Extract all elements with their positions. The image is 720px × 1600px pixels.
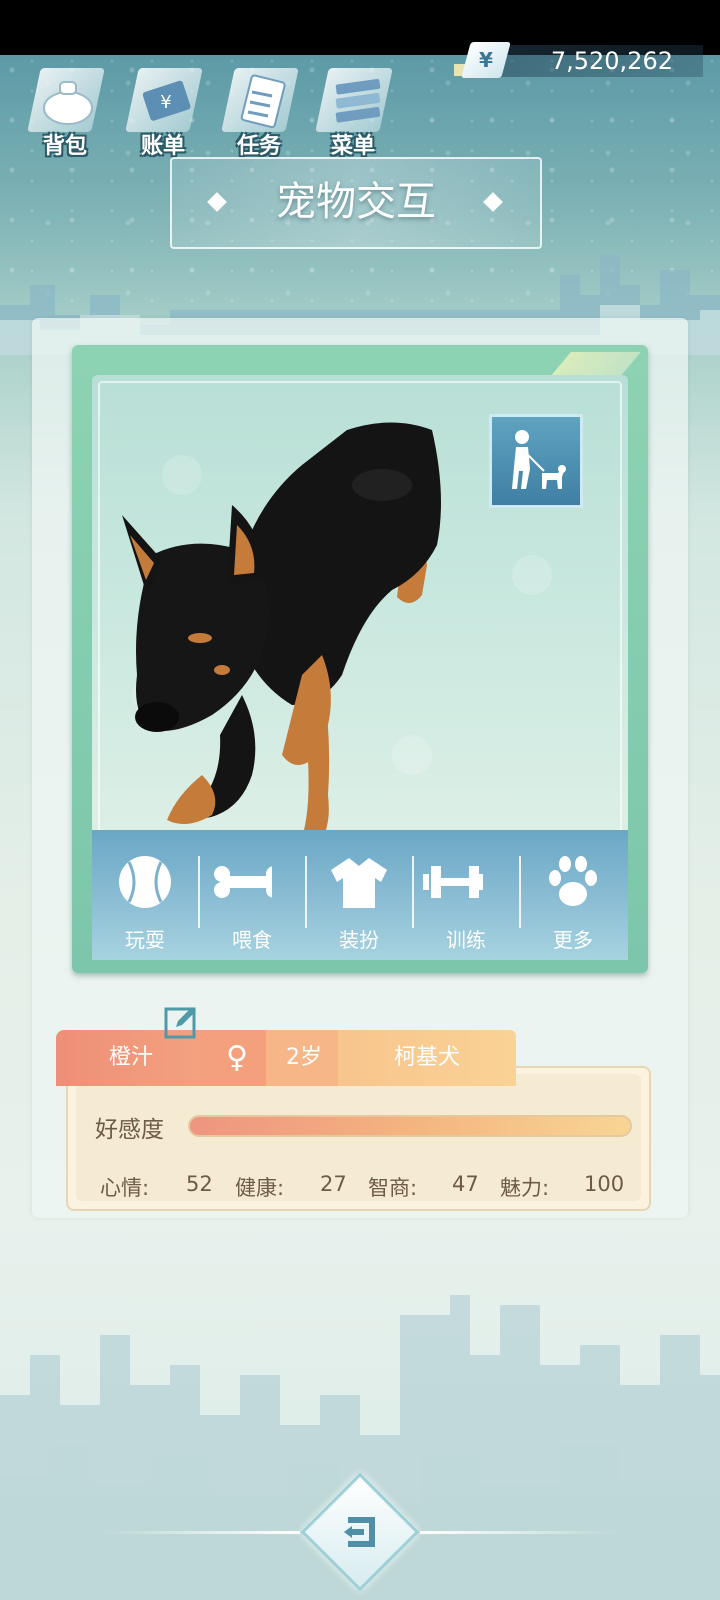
bone-icon	[214, 866, 272, 898]
play-button[interactable]: 玩耍	[92, 830, 198, 960]
task-label: 任务	[236, 134, 281, 159]
pet-breed: 柯基犬	[338, 1030, 516, 1086]
menu-button[interactable]: 菜单	[308, 62, 398, 159]
dress-button[interactable]: 装扮	[306, 830, 412, 960]
walk-dog-button[interactable]	[489, 414, 583, 508]
bill-label: 账单	[140, 134, 185, 159]
train-button[interactable]: 训练	[413, 830, 519, 960]
mood-value: 52	[186, 1172, 213, 1196]
iq-value: 47	[452, 1172, 479, 1196]
feed-label: 喂食	[232, 928, 272, 952]
dress-label: 装扮	[339, 928, 379, 952]
affection-label: 好感度	[95, 1117, 164, 1143]
menu-icon	[335, 78, 381, 123]
more-button[interactable]: 更多	[520, 830, 626, 960]
action-bar: 玩耍 喂食 装扮 训练 更多	[92, 830, 628, 960]
pet-info-tabs: 橙汁 ♀ 2岁 柯基犬	[56, 1030, 516, 1086]
task-icon	[240, 74, 286, 128]
bag-button[interactable]: 背包	[20, 62, 110, 159]
charm-label: 魅力:	[500, 1176, 550, 1200]
money-value: 7,520,262	[550, 47, 673, 75]
health-label: 健康:	[235, 1176, 285, 1200]
affection-bar	[188, 1115, 632, 1137]
more-label: 更多	[553, 928, 593, 952]
menu-label: 菜单	[330, 134, 375, 159]
feed-button[interactable]: 喂食	[199, 830, 305, 960]
task-button[interactable]: 任务	[214, 62, 304, 159]
bottom-deco-left	[100, 1531, 300, 1534]
ball-icon	[119, 856, 171, 908]
bag-icon	[43, 81, 93, 125]
health-value: 27	[320, 1172, 347, 1196]
bottom-deco-right	[420, 1531, 620, 1534]
train-label: 训练	[446, 928, 486, 952]
play-label: 玩耍	[125, 928, 165, 952]
gender-female-icon: ♀	[202, 1030, 272, 1086]
page-title-box: 宠物交互	[170, 157, 542, 249]
bag-label: 背包	[42, 134, 87, 159]
pet-age: 2岁	[266, 1030, 342, 1086]
edit-name-button[interactable]	[164, 1003, 200, 1039]
shirt-icon	[331, 858, 387, 908]
walk-dog-icon	[512, 430, 566, 489]
dumbbell-icon	[423, 866, 483, 898]
paw-icon	[549, 856, 597, 906]
currency-icon: ¥	[461, 42, 511, 78]
svg-text:¥: ¥	[160, 92, 171, 113]
charm-value: 100	[584, 1172, 625, 1196]
money-display: ¥ 7,520,262	[454, 42, 703, 80]
iq-label: 智商:	[368, 1176, 418, 1200]
edit-icon	[164, 1007, 196, 1039]
back-arrow-icon	[344, 1517, 375, 1547]
mood-label: 心情:	[100, 1176, 150, 1200]
bill-button[interactable]: ¥ 账单	[118, 62, 208, 159]
bill-icon: ¥	[142, 80, 191, 121]
